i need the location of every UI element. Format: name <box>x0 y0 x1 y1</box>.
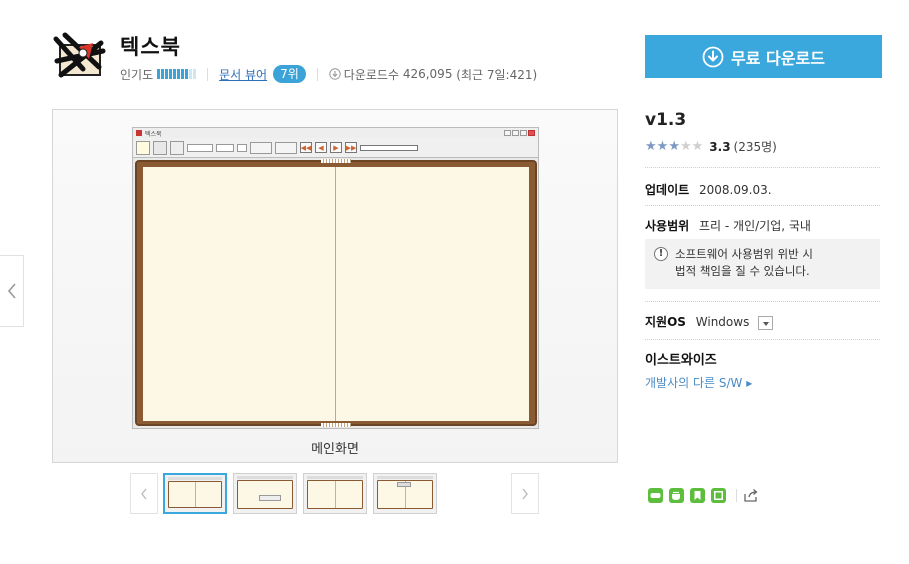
update-date: 2008.09.03. <box>699 183 772 197</box>
rating-count: (235명) <box>733 140 777 154</box>
license-label: 사용범위 <box>645 219 690 233</box>
version: v1.3 <box>645 110 687 130</box>
os-dropdown-button[interactable] <box>758 315 774 330</box>
thumbnail-2[interactable] <box>233 473 297 514</box>
screenshot-caption: 메인화면 <box>311 442 359 457</box>
popularity-bar <box>157 69 197 79</box>
category-link[interactable]: 문서 뷰어 <box>219 66 267 83</box>
thumbnail-4[interactable] <box>373 473 437 514</box>
main-screenshot[interactable]: 텍스북 ◀◀ ◀ ▶ ▶▶ <box>132 127 539 429</box>
exclamation-icon: ! <box>654 247 668 261</box>
popularity-label: 인기도 <box>120 67 154 82</box>
update-row: 업데이트 2008.09.03. <box>645 181 772 198</box>
divider <box>645 167 880 168</box>
notice-line-1: 소프트웨어 사용범위 위반 시 <box>675 247 813 261</box>
divider <box>207 67 209 81</box>
rating-stars: ★ ★ ★ ★ ★ <box>645 138 704 154</box>
free-download-button[interactable]: 무료 다운로드 <box>645 35 882 78</box>
developer-name: 이스트와이즈 <box>645 353 717 368</box>
prev-app-button[interactable] <box>0 255 24 327</box>
screenshot-titlebar: 텍스북 <box>133 128 538 138</box>
rating-score: 3.3 <box>709 139 731 154</box>
notice-line-2: 법적 책임을 질 수 있습니다. <box>675 264 810 278</box>
thumbnail-prev-button[interactable] <box>130 473 158 514</box>
thumbnail-3[interactable] <box>303 473 367 514</box>
chevron-right-icon <box>522 488 528 499</box>
developer-other-software-link[interactable]: 개발사의 다른 S/W ▸ <box>645 374 752 391</box>
download-count-icon <box>329 68 341 80</box>
divider <box>645 339 880 340</box>
downloads-count: 426,095 <box>402 67 453 81</box>
update-label: 업데이트 <box>645 183 690 197</box>
license-value: 프리 - 개인/기업, 국내 <box>699 219 811 233</box>
free-download-label: 무료 다운로드 <box>731 48 825 68</box>
os-label: 지원OS <box>645 315 686 329</box>
license-row: 사용범위 프리 - 개인/기업, 국내 <box>645 217 811 234</box>
rank-badge: 7위 <box>273 65 306 83</box>
os-row: 지원OS Windows <box>645 313 774 330</box>
memo-icon[interactable] <box>711 488 726 503</box>
share-icon[interactable] <box>743 488 758 503</box>
download-icon <box>702 46 724 67</box>
bookmark-icon[interactable] <box>690 488 705 503</box>
app-title: 텍스북 <box>120 35 181 59</box>
thumbnail-next-button[interactable] <box>511 473 539 514</box>
recent-downloads: (최근 7일:421) <box>456 67 538 82</box>
downloads-label: 다운로드수 <box>343 67 399 82</box>
rating: ★ ★ ★ ★ ★ 3.3 (235명) <box>645 138 777 155</box>
cafe-icon[interactable] <box>669 488 684 503</box>
chevron-left-icon <box>141 488 147 499</box>
divider <box>645 301 880 302</box>
divider <box>316 67 318 81</box>
license-notice: ! 소프트웨어 사용범위 위반 시 법적 책임을 질 수 있습니다. <box>645 239 880 289</box>
screenshot-toolbar: ◀◀ ◀ ▶ ▶▶ <box>133 138 538 158</box>
book-view <box>135 159 537 427</box>
screenshot-viewer: 텍스북 ◀◀ ◀ ▶ ▶▶ 메인화면 <box>52 109 618 463</box>
blog-icon[interactable] <box>648 488 663 503</box>
app-logo <box>53 31 109 81</box>
os-value: Windows <box>695 315 750 329</box>
thumbnail-1[interactable] <box>163 473 227 514</box>
meta-row: 인기도 문서 뷰어 7위 다운로드수 426,095 (최근 7일:421) <box>120 64 537 84</box>
chevron-left-icon <box>7 283 16 299</box>
divider <box>645 205 880 206</box>
divider <box>736 489 737 502</box>
